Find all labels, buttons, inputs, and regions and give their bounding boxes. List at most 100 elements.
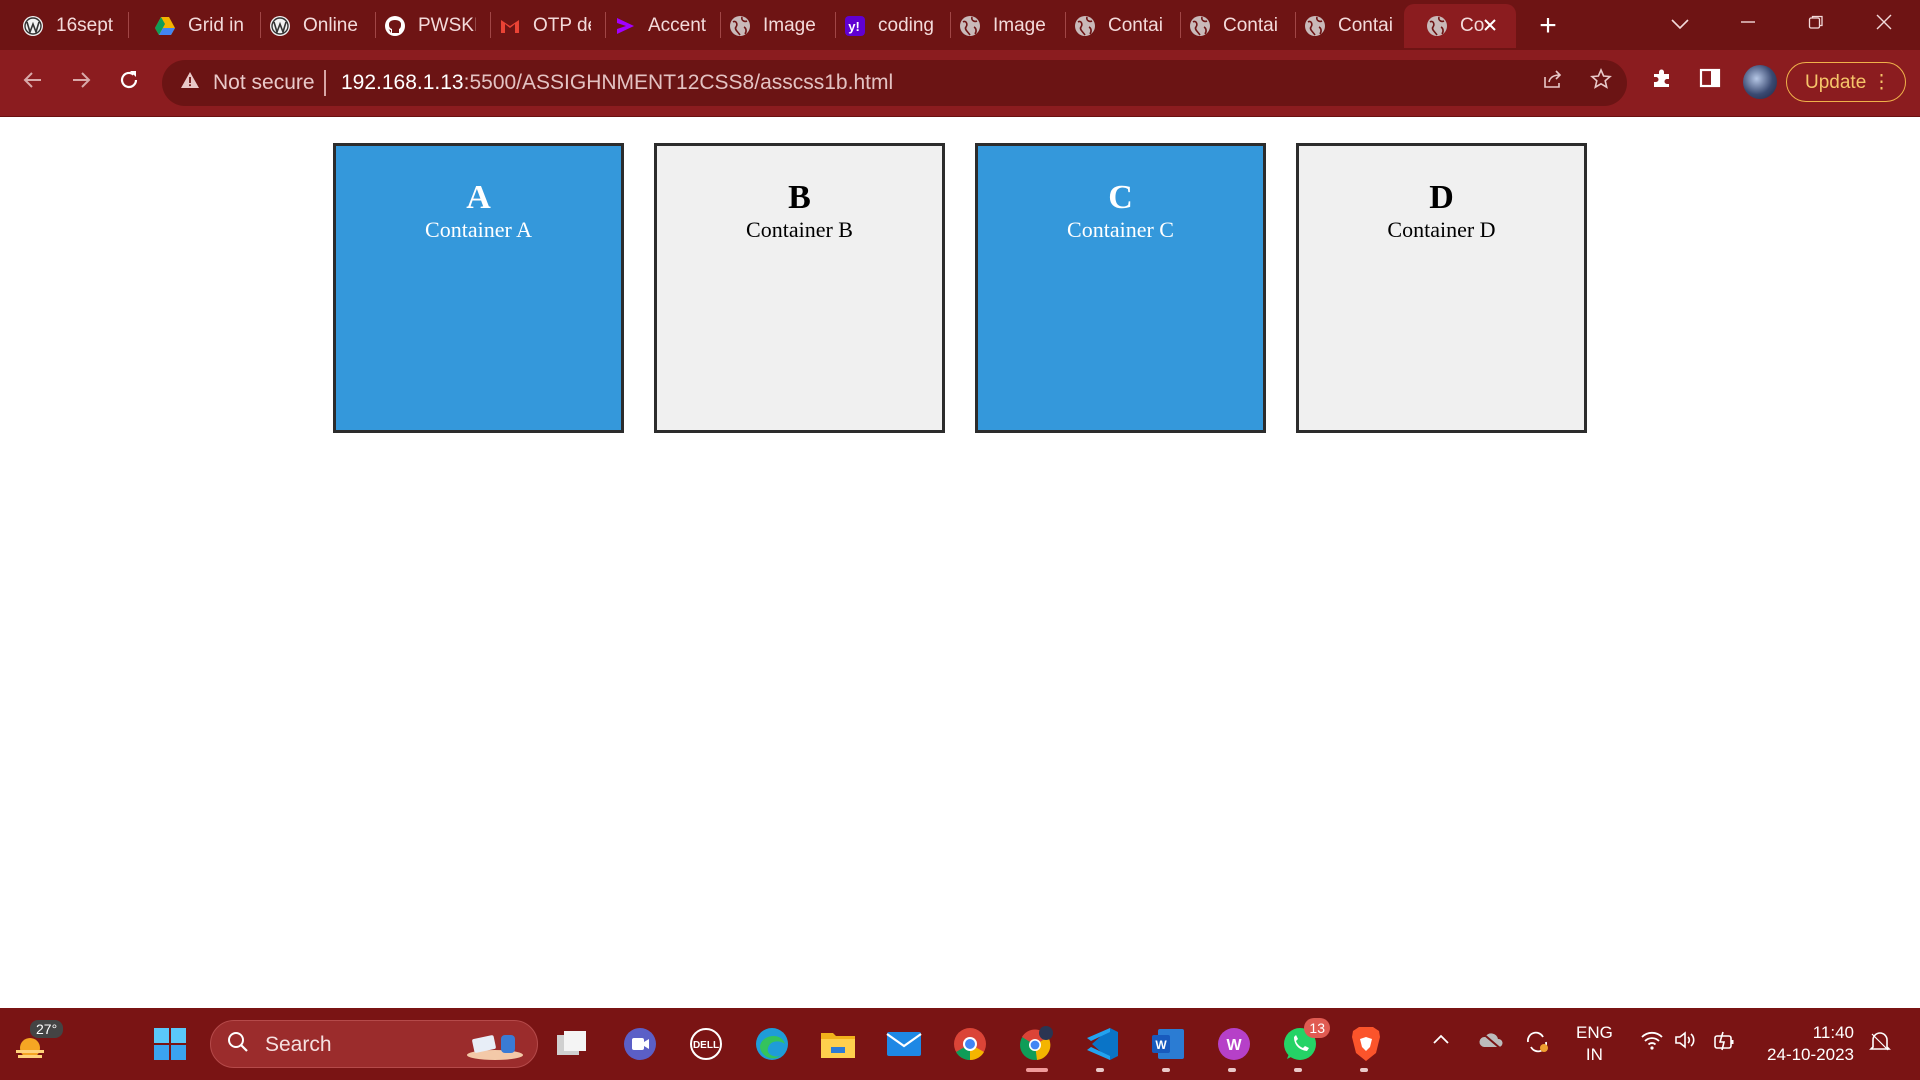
tab-strip: 16sept Grid in Online PWSKI OTP de Accent Imag… <box>0 0 1920 50</box>
clock-date: 24-10-2023 <box>1767 1045 1854 1064</box>
security-label[interactable]: Not secure <box>213 71 315 95</box>
minimize-button[interactable] <box>1720 6 1776 42</box>
clock[interactable]: 11:40 24-10-2023 <box>1758 1022 1854 1066</box>
running-app-indicator <box>1096 1068 1104 1072</box>
container-a-label: Container A <box>425 217 532 242</box>
svg-text:W: W <box>1155 1038 1167 1052</box>
globe-icon <box>1189 15 1211 37</box>
tab-4[interactable]: PWSKI <box>362 4 484 48</box>
accenture-icon <box>614 15 636 37</box>
divider <box>324 70 326 96</box>
chrome-icon[interactable] <box>950 1024 990 1064</box>
tab-title: Contai <box>1223 15 1278 36</box>
battery-charging-icon[interactable] <box>1712 1030 1736 1057</box>
tab-10[interactable]: Contai <box>1052 4 1174 48</box>
profile-avatar[interactable] <box>1743 65 1777 99</box>
tab-11[interactable]: Contai <box>1167 4 1289 48</box>
url-text[interactable]: 192.168.1.13:5500/ASSIGHNMENT12CSS8/assc… <box>341 71 893 95</box>
active-app-indicator <box>1026 1068 1048 1072</box>
svg-text:W: W <box>1226 1037 1242 1054</box>
menu-dots-icon: ⋮ <box>1872 72 1891 93</box>
volume-icon[interactable] <box>1674 1030 1698 1055</box>
notifications-icon[interactable] <box>1868 1030 1892 1059</box>
tab-8[interactable]: y! coding <box>822 4 944 48</box>
tab-9[interactable]: Image <box>937 4 1059 48</box>
task-view-icon[interactable] <box>552 1024 592 1064</box>
tab-7[interactable]: Image <box>707 4 829 48</box>
tab-13[interactable]: Co <box>1404 4 1516 48</box>
container-d-label: Container D <box>1387 217 1496 242</box>
wordpress-icon <box>22 15 44 37</box>
svg-text:DELL: DELL <box>693 1040 719 1051</box>
tab-separator <box>128 12 129 38</box>
tab-title: Contai <box>1108 15 1163 36</box>
globe-icon <box>1074 15 1096 37</box>
reload-button[interactable] <box>110 64 148 102</box>
dell-icon[interactable]: DELL <box>686 1024 726 1064</box>
word-icon[interactable]: W <box>1148 1024 1188 1064</box>
tab-5[interactable]: OTP de <box>477 4 599 48</box>
tab-12[interactable]: Contai <box>1282 4 1404 48</box>
language-indicator[interactable]: ENG IN <box>1576 1022 1613 1066</box>
container-b-label: Container B <box>746 217 853 242</box>
tab-title: Grid in <box>188 15 244 36</box>
update-button[interactable]: Update ⋮ <box>1786 62 1906 102</box>
back-button[interactable] <box>14 64 52 102</box>
google-drive-icon <box>154 15 176 37</box>
tab-title: Image <box>763 15 816 36</box>
onedrive-icon[interactable] <box>1478 1030 1504 1055</box>
extensions-puzzle-icon[interactable] <box>1646 66 1678 98</box>
container-c-letter: C <box>1108 179 1133 216</box>
globe-icon <box>729 15 751 37</box>
whatsapp-icon[interactable]: 13 <box>1280 1018 1330 1064</box>
vscode-icon[interactable] <box>1082 1024 1122 1064</box>
tab-title: Online <box>303 15 358 36</box>
address-bar[interactable]: Not secure 192.168.1.13:5500/ASSIGHNMENT… <box>162 60 1627 106</box>
wifi-icon[interactable] <box>1640 1030 1664 1055</box>
close-tab-icon[interactable] <box>1478 14 1502 38</box>
search-highlight-icon <box>467 1035 523 1060</box>
clock-time: 11:40 <box>1812 1023 1854 1042</box>
weather-temp: 27° <box>30 1020 64 1038</box>
share-icon[interactable] <box>1538 68 1568 98</box>
brave-icon[interactable] <box>1346 1024 1386 1064</box>
tab-search-chevron-icon[interactable] <box>1652 6 1708 42</box>
github-icon <box>384 15 406 37</box>
update-label: Update <box>1805 72 1867 93</box>
close-window-button[interactable] <box>1856 6 1912 42</box>
mail-icon[interactable] <box>884 1024 924 1064</box>
wps-icon[interactable]: W <box>1214 1024 1254 1064</box>
meet-icon[interactable] <box>620 1024 660 1064</box>
chevron-up-icon[interactable] <box>1432 1030 1450 1051</box>
url-host: 192.168.1.13 <box>341 71 464 94</box>
forward-button[interactable] <box>62 64 100 102</box>
taskbar-search[interactable]: Search <box>210 1020 538 1068</box>
whatsapp-badge: 13 <box>1304 1018 1330 1038</box>
globe-icon <box>1426 15 1448 37</box>
language-code: ENG <box>1576 1023 1613 1042</box>
wordpress-icon <box>269 15 291 37</box>
tab-1[interactable]: 16sept <box>0 4 122 48</box>
container-c-label: Container C <box>1067 217 1174 242</box>
tab-title: Image <box>993 15 1046 36</box>
edge-icon[interactable] <box>752 1024 792 1064</box>
sync-icon[interactable] <box>1524 1030 1550 1059</box>
restore-button[interactable] <box>1788 6 1844 42</box>
container-b: B Container B <box>654 143 945 433</box>
file-explorer-icon[interactable] <box>818 1024 858 1064</box>
tab-title: Accent <box>648 15 706 36</box>
container-a-letter: A <box>466 179 491 216</box>
side-panel-icon[interactable] <box>1694 66 1726 98</box>
container-d-letter: D <box>1429 179 1454 216</box>
windows-start-icon[interactable] <box>150 1024 190 1064</box>
tab-6[interactable]: Accent <box>592 4 714 48</box>
weather-widget[interactable]: 27° <box>10 1020 64 1064</box>
warning-icon[interactable] <box>180 70 200 96</box>
chrome-profile-icon[interactable] <box>1016 1024 1056 1064</box>
tab-2[interactable]: Grid in <box>132 4 254 48</box>
new-tab-button[interactable]: + <box>1530 8 1566 44</box>
bookmark-star-icon[interactable] <box>1586 67 1616 98</box>
tab-3[interactable]: Online <box>247 4 369 48</box>
tab-title: Contai <box>1338 15 1393 36</box>
yahoo-icon: y! <box>844 15 866 37</box>
